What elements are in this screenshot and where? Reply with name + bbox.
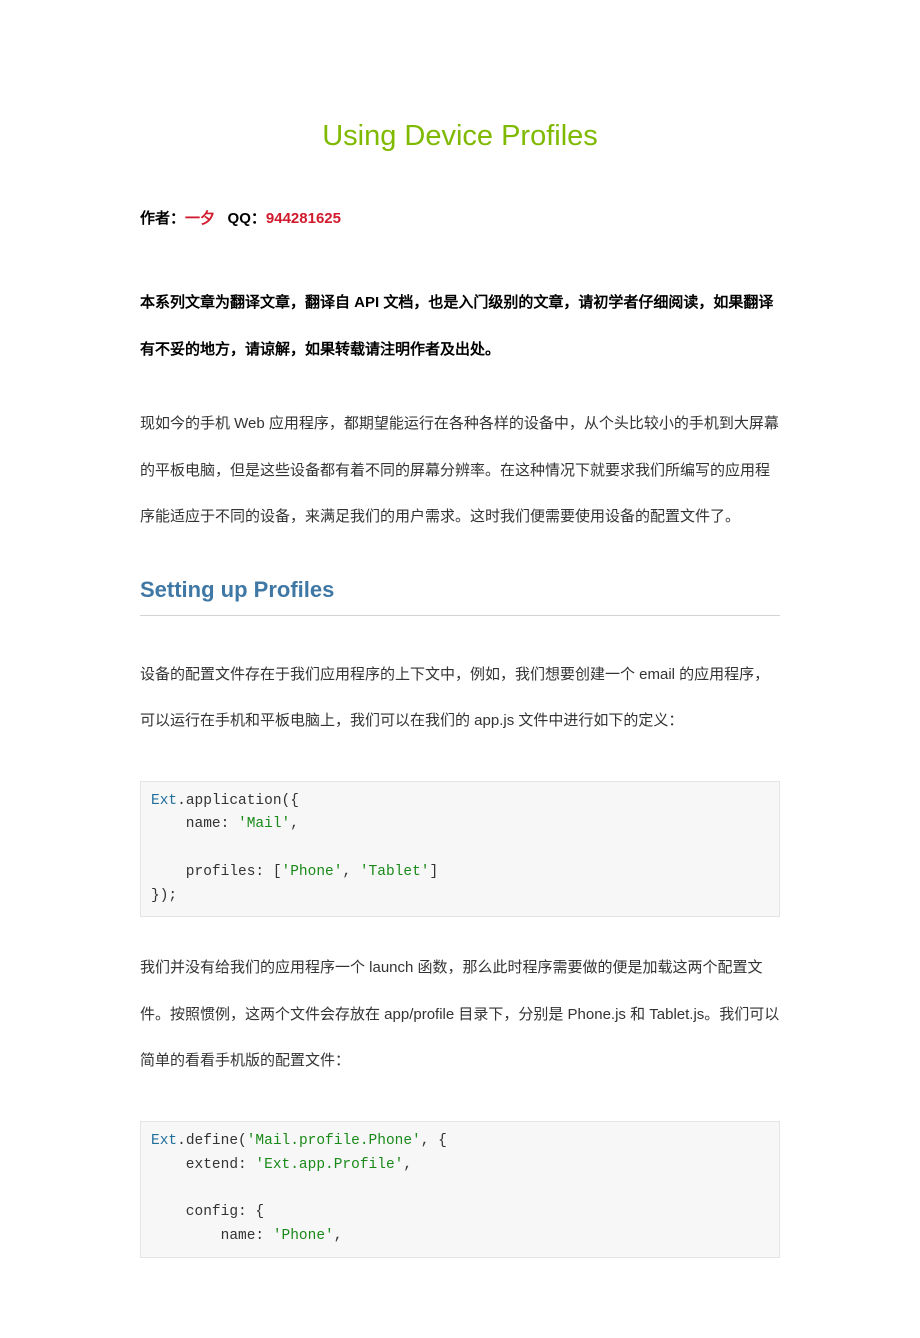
code-token: application xyxy=(186,793,282,809)
code-block-2: Ext.define('Mail.profile.Phone', { exten… xyxy=(140,1121,780,1258)
code-token: [ xyxy=(273,864,282,880)
code-token: , xyxy=(334,1228,343,1244)
code-token: ] xyxy=(429,864,438,880)
code-token: . xyxy=(177,1133,186,1149)
section1-para1: 设备的配置文件存在于我们应用程序的上下文中，例如，我们想要创建一个 email … xyxy=(140,652,780,745)
author-label: 作者： xyxy=(140,210,185,227)
code-token: : xyxy=(221,816,238,832)
code-token: { xyxy=(438,1133,447,1149)
code-token: : xyxy=(255,864,272,880)
disclaimer-text: 本系列文章为翻译文章，翻译自 API 文档，也是入门级别的文章，请初学者仔细阅读… xyxy=(140,280,780,373)
code-token: : xyxy=(238,1204,255,1220)
code-token: name xyxy=(151,816,221,832)
code-token: : xyxy=(238,1157,255,1173)
code-token: profiles xyxy=(151,864,255,880)
code-token: Ext xyxy=(151,1133,177,1149)
code-token: . xyxy=(177,793,186,809)
code-token: }); xyxy=(151,888,177,904)
page-title: Using Device Profiles xyxy=(140,120,780,153)
code-token: config xyxy=(151,1204,238,1220)
code-token: , xyxy=(342,864,359,880)
author-name: 一夕 xyxy=(185,210,215,227)
code-token: : xyxy=(255,1228,272,1244)
code-token: { xyxy=(255,1204,264,1220)
code-token: define xyxy=(186,1133,238,1149)
author-line: 作者：一夕 QQ：944281625 xyxy=(140,207,780,228)
code-token: 'Tablet' xyxy=(360,864,430,880)
code-token: extend xyxy=(151,1157,238,1173)
code-token: , xyxy=(403,1157,412,1173)
code-token: name xyxy=(151,1228,255,1244)
code-token: 'Mail.profile.Phone' xyxy=(247,1133,421,1149)
code-token: 'Mail' xyxy=(238,816,290,832)
code-token: 'Phone' xyxy=(282,864,343,880)
code-token: Ext xyxy=(151,793,177,809)
qq-label: QQ： xyxy=(228,210,266,227)
code-token: 'Ext.app.Profile' xyxy=(255,1157,403,1173)
code-block-1: Ext.application({ name: 'Mail', profiles… xyxy=(140,781,780,918)
section1-para2: 我们并没有给我们的应用程序一个 launch 函数，那么此时程序需要做的便是加载… xyxy=(140,945,780,1085)
code-token: , xyxy=(290,816,299,832)
code-token: ({ xyxy=(282,793,299,809)
code-token: , xyxy=(421,1133,438,1149)
qq-number: 944281625 xyxy=(266,210,341,227)
code-token: ( xyxy=(238,1133,247,1149)
section-heading-setting-up: Setting up Profiles xyxy=(140,577,780,616)
code-token: 'Phone' xyxy=(273,1228,334,1244)
intro-paragraph: 现如今的手机 Web 应用程序，都期望能运行在各种各样的设备中，从个头比较小的手… xyxy=(140,401,780,541)
